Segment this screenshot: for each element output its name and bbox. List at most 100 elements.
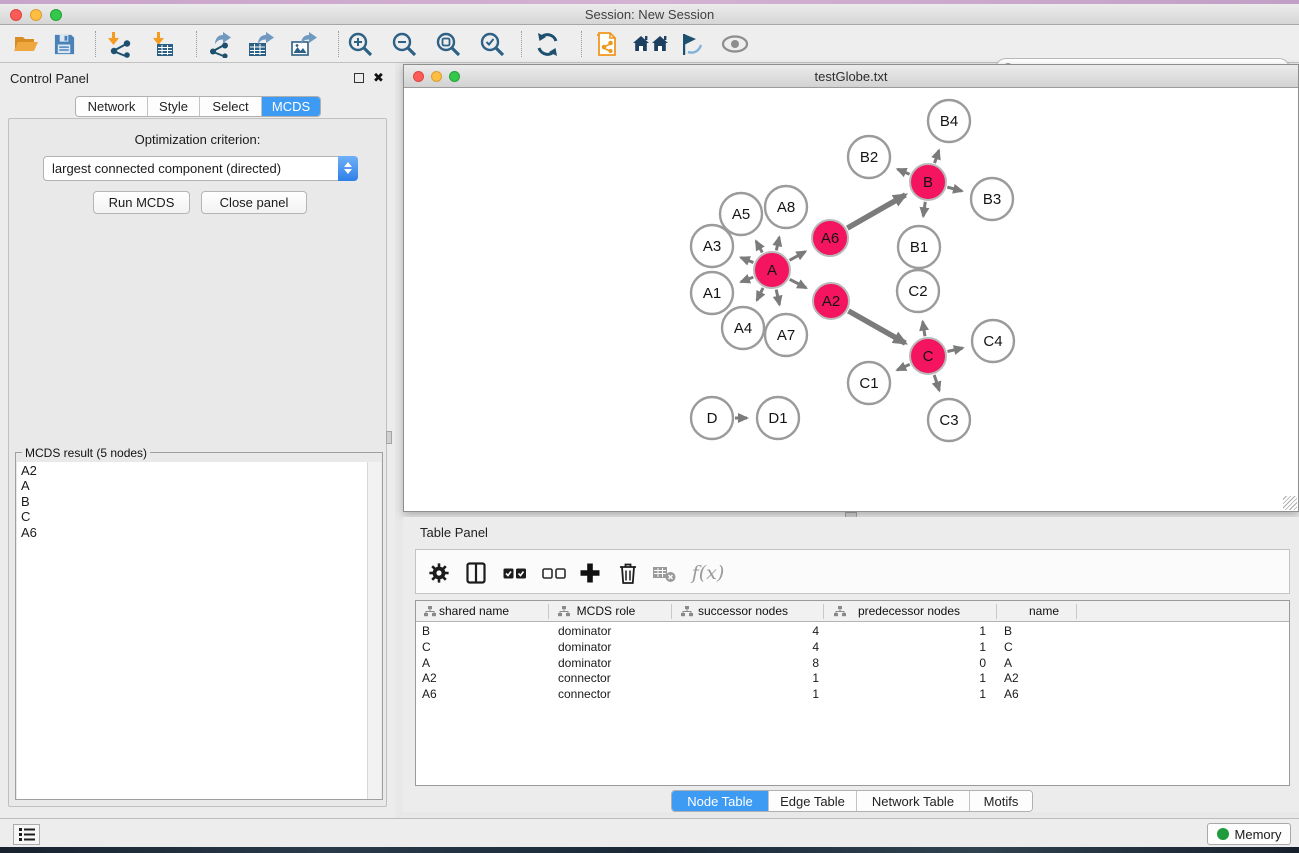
graph-node-C4[interactable]: C4 bbox=[972, 320, 1014, 362]
graph-node-A[interactable]: A bbox=[754, 252, 790, 288]
graph-edge-C-C3[interactable] bbox=[934, 375, 939, 391]
apply-function-icon[interactable]: f(x) bbox=[688, 560, 728, 586]
column-successor-nodes[interactable]: successor nodes bbox=[698, 604, 788, 618]
column-layout-icon[interactable] bbox=[463, 560, 489, 586]
refresh-layout-icon[interactable] bbox=[532, 30, 562, 58]
column-mcds-role[interactable]: MCDS role bbox=[577, 604, 636, 618]
graph-node-D1[interactable]: D1 bbox=[757, 397, 799, 439]
tab-select[interactable]: Select bbox=[200, 97, 262, 116]
float-panel-icon[interactable] bbox=[354, 73, 364, 83]
vertical-split-handle[interactable] bbox=[386, 431, 392, 444]
memory-button[interactable]: Memory bbox=[1207, 823, 1291, 845]
zoom-selected-icon[interactable] bbox=[477, 30, 507, 58]
tab-network[interactable]: Network bbox=[76, 97, 148, 116]
graph-node-A6[interactable]: A6 bbox=[812, 220, 848, 256]
graph-node-A4[interactable]: A4 bbox=[722, 307, 764, 349]
column-name[interactable]: name bbox=[1029, 604, 1059, 618]
node-table[interactable]: shared name MCDS role successor nodes pr… bbox=[415, 600, 1290, 786]
close-window-button[interactable] bbox=[10, 9, 22, 21]
hide-selected-icon[interactable] bbox=[676, 30, 706, 58]
zoom-out-icon[interactable] bbox=[389, 30, 419, 58]
window-resize-grip[interactable] bbox=[1283, 496, 1297, 510]
add-column-plus-icon[interactable] bbox=[577, 560, 603, 586]
import-network-icon[interactable] bbox=[103, 30, 133, 58]
graph-node-C[interactable]: C bbox=[910, 338, 946, 374]
graph-node-B3[interactable]: B3 bbox=[971, 178, 1013, 220]
tab-network-table[interactable]: Network Table bbox=[857, 791, 970, 811]
open-session-icon[interactable] bbox=[11, 30, 41, 58]
network-from-selection-icon[interactable] bbox=[592, 30, 622, 58]
delete-table-icon[interactable] bbox=[651, 560, 677, 586]
graph-node-C3[interactable]: C3 bbox=[928, 399, 970, 441]
graph-edge-B-B2[interactable] bbox=[898, 169, 910, 174]
show-hidden-eye-icon[interactable] bbox=[720, 30, 750, 58]
export-network-icon[interactable] bbox=[204, 30, 234, 58]
mcds-result-item[interactable]: B bbox=[17, 493, 369, 508]
graph-node-D[interactable]: D bbox=[691, 397, 733, 439]
tab-edge-table[interactable]: Edge Table bbox=[769, 791, 857, 811]
close-network-button[interactable] bbox=[413, 71, 424, 82]
graph-edge-A-A8[interactable] bbox=[776, 237, 779, 250]
graph-node-B4[interactable]: B4 bbox=[928, 100, 970, 142]
graph-node-A8[interactable]: A8 bbox=[765, 186, 807, 228]
graph-node-A7[interactable]: A7 bbox=[765, 314, 807, 356]
graph-edge-B-B3[interactable] bbox=[947, 187, 962, 191]
column-shared-name[interactable]: shared name bbox=[439, 604, 509, 618]
zoom-window-button[interactable] bbox=[50, 9, 62, 21]
graph-node-A5[interactable]: A5 bbox=[720, 193, 762, 235]
export-table-icon[interactable] bbox=[246, 30, 276, 58]
close-panel-button[interactable]: Close panel bbox=[201, 191, 307, 214]
graph-edge-A-A5[interactable] bbox=[756, 241, 762, 252]
graph-edge-A-A4[interactable] bbox=[757, 288, 763, 300]
zoom-network-button[interactable] bbox=[449, 71, 460, 82]
network-window-titlebar[interactable]: testGlobe.txt bbox=[404, 65, 1298, 88]
network-canvas[interactable]: AA1A2A3A4A5A6A7A8BB1B2B3B4CC1C2C3C4DD1 bbox=[404, 88, 1298, 511]
deselect-all-icon[interactable] bbox=[541, 560, 567, 586]
graph-node-A3[interactable]: A3 bbox=[691, 225, 733, 267]
table-row[interactable]: A2connector11A2 bbox=[416, 670, 1289, 686]
graph-edge-A-A6[interactable] bbox=[790, 252, 806, 261]
graph-edge-C-C1[interactable] bbox=[897, 364, 910, 370]
table-header[interactable]: shared name MCDS role successor nodes pr… bbox=[416, 601, 1289, 622]
graph-node-A2[interactable]: A2 bbox=[813, 283, 849, 319]
graph-edge-A-A2[interactable] bbox=[790, 279, 807, 288]
graph-edge-A-A3[interactable] bbox=[741, 258, 754, 263]
graph-edge-B-B1[interactable] bbox=[923, 202, 925, 216]
table-row[interactable]: A6connector11A6 bbox=[416, 686, 1289, 702]
graph-edge-A-A7[interactable] bbox=[776, 290, 779, 305]
graph-edge-C-C4[interactable] bbox=[947, 348, 962, 352]
table-row[interactable]: Bdominator41B bbox=[416, 623, 1289, 639]
tab-style[interactable]: Style bbox=[148, 97, 200, 116]
table-row[interactable]: Cdominator41C bbox=[416, 639, 1289, 655]
graph-edge-C-C2[interactable] bbox=[923, 322, 925, 337]
mcds-result-item[interactable]: C bbox=[17, 508, 369, 523]
column-predecessor-nodes[interactable]: predecessor nodes bbox=[858, 604, 960, 618]
graph-edge-A-A1[interactable] bbox=[741, 277, 753, 282]
table-row[interactable]: Adominator80A bbox=[416, 655, 1289, 671]
graph-node-C1[interactable]: C1 bbox=[848, 362, 890, 404]
zoom-fit-icon[interactable] bbox=[433, 30, 463, 58]
save-session-icon[interactable] bbox=[49, 30, 79, 58]
tab-motifs[interactable]: Motifs bbox=[970, 791, 1032, 811]
table-settings-gear-icon[interactable] bbox=[426, 560, 452, 586]
zoom-in-icon[interactable] bbox=[345, 30, 375, 58]
criterion-dropdown[interactable]: largest connected component (directed) bbox=[43, 156, 358, 181]
graph-edge-B-B4[interactable] bbox=[935, 150, 939, 163]
mcds-result-list[interactable]: A2ABCA6 bbox=[17, 462, 369, 799]
tab-mcds[interactable]: MCDS bbox=[262, 97, 320, 116]
scrollbar-track[interactable] bbox=[367, 462, 381, 799]
import-table-icon[interactable] bbox=[146, 30, 176, 58]
graph-node-C2[interactable]: C2 bbox=[897, 270, 939, 312]
network-graph[interactable]: AA1A2A3A4A5A6A7A8BB1B2B3B4CC1C2C3C4DD1 bbox=[404, 88, 1298, 511]
graph-edge-A6-B[interactable] bbox=[847, 195, 905, 228]
graph-edge-A2-C[interactable] bbox=[848, 311, 905, 343]
delete-column-trash-icon[interactable] bbox=[615, 560, 641, 586]
tab-node-table[interactable]: Node Table bbox=[672, 791, 769, 811]
graph-node-B1[interactable]: B1 bbox=[898, 226, 940, 268]
graph-node-B[interactable]: B bbox=[910, 164, 946, 200]
graph-node-A1[interactable]: A1 bbox=[691, 272, 733, 314]
run-mcds-button[interactable]: Run MCDS bbox=[93, 191, 190, 214]
close-panel-icon[interactable]: ✖ bbox=[373, 73, 384, 83]
mcds-result-item[interactable]: A bbox=[17, 477, 369, 492]
minimize-network-button[interactable] bbox=[431, 71, 442, 82]
